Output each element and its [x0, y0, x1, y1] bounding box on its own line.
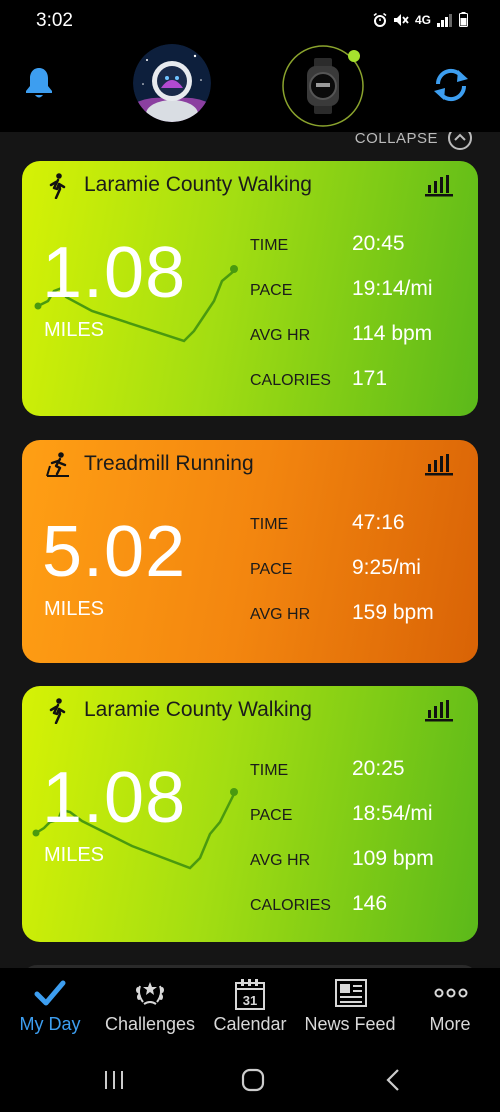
checkmark-icon — [34, 980, 66, 1006]
stat-pace-label: PACE — [250, 282, 293, 299]
stat-time-value: 47:16 — [352, 511, 405, 534]
collapse-label[interactable]: COLLAPSE — [355, 132, 438, 147]
status-icons: 4G — [373, 12, 468, 27]
activity-card-walking-2[interactable]: Laramie County Walking 1.08 MILES TIME 2… — [22, 686, 478, 942]
distance-unit: MILES — [44, 598, 105, 620]
status-bar: 3:02 4G — [0, 0, 500, 44]
home-icon[interactable] — [240, 1068, 266, 1092]
stat-calories-value: 171 — [352, 367, 388, 390]
treadmill-icon — [46, 452, 69, 477]
collapse-chevron-icon[interactable] — [448, 132, 472, 150]
mute-icon — [393, 13, 409, 26]
system-nav-bar — [0, 1048, 500, 1112]
nav-more[interactable]: More — [400, 968, 500, 1048]
calendar-icon: 31 — [235, 979, 265, 1010]
watch-device[interactable] — [281, 44, 365, 128]
stat-time-value: 20:45 — [352, 232, 405, 255]
back-icon[interactable] — [382, 1068, 406, 1092]
stat-time-label: TIME — [250, 762, 289, 779]
stat-avg-hr-value: 159 bpm — [352, 601, 434, 624]
stat-avg-hr-label: AVG HR — [250, 327, 311, 344]
distance-unit: MILES — [44, 319, 105, 341]
nav-label: Challenges — [104, 1014, 196, 1034]
stat-calories-value: 146 — [352, 892, 388, 915]
stat-time-label: TIME — [250, 516, 289, 533]
activity-card-treadmill[interactable]: Treadmill Running 5.02 MILES TIME 47:16 … — [22, 440, 478, 663]
alarm-icon — [373, 12, 387, 27]
activity-title: Treadmill Running — [84, 452, 254, 475]
stat-avg-hr-label: AVG HR — [250, 606, 311, 623]
stats-chart-icon[interactable] — [424, 452, 454, 476]
stat-avg-hr-label: AVG HR — [250, 852, 311, 869]
distance-unit: MILES — [44, 844, 105, 866]
stat-pace-value: 9:25/mi — [352, 556, 421, 579]
nav-label: News Feed — [304, 1014, 396, 1034]
stat-time-value: 20:25 — [352, 757, 405, 780]
app-header — [0, 44, 500, 132]
stat-calories-label: CALORIES — [250, 897, 331, 914]
nav-label: Calendar — [213, 1014, 287, 1034]
signal-icon — [437, 13, 452, 27]
stat-calories-label: CALORIES — [250, 372, 331, 389]
profile-avatar[interactable] — [133, 44, 211, 122]
device-connected-dot — [348, 50, 360, 62]
newspaper-icon — [335, 979, 367, 1007]
status-time: 3:02 — [36, 10, 73, 31]
card-header: Treadmill Running — [22, 450, 478, 480]
notifications-bell-icon[interactable] — [24, 66, 54, 100]
bottom-nav: My Day Challenges 31 Calendar News Feed … — [0, 968, 500, 1048]
nav-challenges[interactable]: Challenges — [100, 968, 200, 1048]
stat-avg-hr-value: 109 bpm — [352, 847, 434, 870]
calendar-day: 31 — [243, 993, 257, 1008]
recent-apps-icon[interactable] — [102, 1068, 126, 1092]
stat-pace-label: PACE — [250, 561, 293, 578]
activity-card-walking-1[interactable]: Laramie County Walking 1.08 MILES TIME 2… — [22, 161, 478, 416]
nav-my-day[interactable]: My Day — [0, 968, 100, 1048]
stat-pace-value: 19:14/mi — [352, 277, 433, 300]
stat-pace-value: 18:54/mi — [352, 802, 433, 825]
battery-icon — [459, 12, 468, 27]
distance-value: 5.02 — [42, 512, 187, 592]
distance-value: 1.08 — [42, 758, 187, 838]
nav-label: My Day — [19, 1014, 81, 1034]
stat-pace-label: PACE — [250, 807, 293, 824]
nav-news-feed[interactable]: News Feed — [300, 968, 400, 1048]
nav-calendar[interactable]: 31 Calendar — [200, 968, 300, 1048]
network-type: 4G — [414, 12, 431, 27]
nav-label: More — [429, 1014, 471, 1034]
laurel-icon — [136, 982, 164, 1005]
stat-time-label: TIME — [250, 237, 289, 254]
more-dots-icon — [434, 988, 468, 998]
sync-icon[interactable] — [430, 66, 472, 104]
stat-avg-hr-value: 114 bpm — [352, 322, 433, 345]
distance-value: 1.08 — [42, 233, 187, 313]
collapse-row[interactable]: COLLAPSE — [355, 132, 472, 150]
activity-feed[interactable]: COLLAPSE Laramie County Walking 1.08 MIL… — [0, 132, 500, 968]
